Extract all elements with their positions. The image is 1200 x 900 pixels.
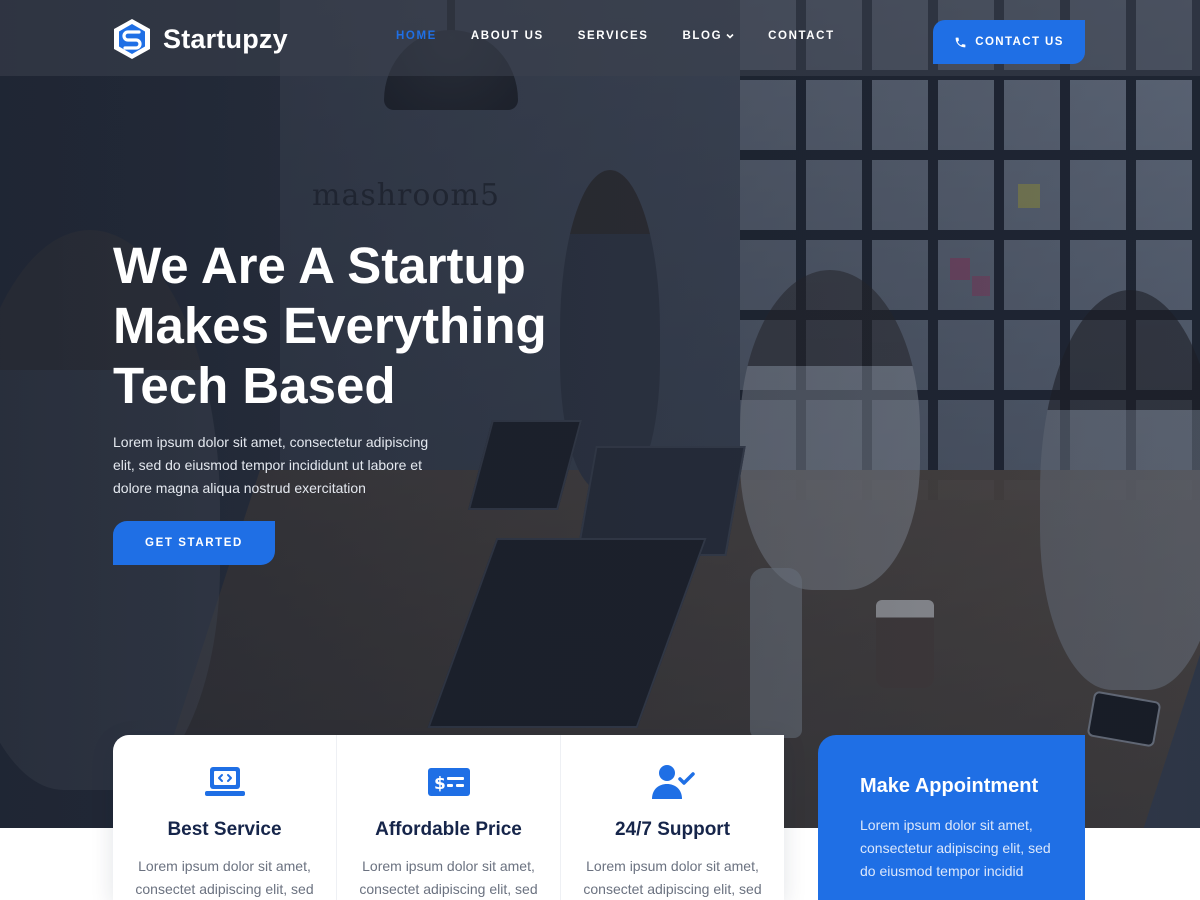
phone-icon	[955, 37, 966, 47]
get-started-button[interactable]: GET STARTED	[113, 521, 275, 565]
site-logo[interactable]: Startupzy	[113, 18, 288, 60]
appointment-title: Make Appointment	[860, 775, 1039, 797]
site-header: Startupzy HOME ABOUT US SERVICES BLOG CO…	[0, 0, 1200, 76]
user-check-icon	[651, 765, 695, 799]
feature-title: Best Service	[167, 819, 282, 840]
feature-cards: Best Service Lorem ipsum dolor sit amet,…	[113, 735, 784, 900]
nav-blog-label: BLOG	[682, 30, 723, 42]
contact-us-label: CONTACT US	[975, 36, 1064, 48]
feature-card-support: 24/7 Support Lorem ipsum dolor sit amet,…	[561, 735, 784, 900]
nav-home[interactable]: HOME	[396, 30, 437, 42]
laptop-code-icon	[204, 767, 245, 796]
feature-card-affordable-price: $ Affordable Price Lorem ipsum dolor sit…	[337, 735, 561, 900]
hero-title-line: We Are A Startup	[113, 237, 526, 294]
feature-title: Affordable Price	[375, 819, 522, 840]
nav-about[interactable]: ABOUT US	[471, 30, 544, 42]
feature-card-best-service: Best Service Lorem ipsum dolor sit amet,…	[113, 735, 337, 900]
feature-title: 24/7 Support	[614, 819, 731, 840]
logo-hexagon-icon	[114, 19, 150, 59]
appointment-text: Lorem ipsum dolor sit amet, consectetur …	[860, 817, 1051, 879]
hero-title-line: Makes Everything	[113, 297, 547, 354]
brand-name: Startupzy	[163, 23, 288, 54]
appointment-card[interactable]: Make Appointment Lorem ipsum dolor sit a…	[818, 735, 1085, 900]
main-nav: HOME ABOUT US SERVICES BLOG CONTACT	[396, 30, 835, 42]
contact-us-button[interactable]: CONTACT US	[933, 20, 1085, 64]
nav-home-label: HOME	[396, 30, 437, 42]
feature-text: Lorem ipsum dolor sit amet, consectet ad…	[583, 858, 762, 897]
hero-title-line: Tech Based	[113, 357, 396, 414]
svg-text:$: $	[434, 774, 446, 794]
feature-text: Lorem ipsum dolor sit amet, consectet ad…	[135, 858, 314, 897]
nav-contact[interactable]: CONTACT	[768, 30, 835, 42]
hero-description: Lorem ipsum dolor sit amet, consectetur …	[113, 434, 429, 496]
feature-text: Lorem ipsum dolor sit amet, consectet ad…	[359, 858, 538, 897]
nav-services[interactable]: SERVICES	[578, 30, 649, 42]
hero-title: We Are A Startup Makes Everything Tech B…	[113, 236, 633, 416]
nav-about-label: ABOUT US	[470, 30, 544, 42]
chevron-down-icon	[726, 33, 734, 39]
nav-services-label: SERVICES	[577, 30, 649, 42]
price-card-icon: $	[427, 768, 470, 796]
nav-blog[interactable]: BLOG	[683, 30, 735, 42]
nav-contact-label: CONTACT	[768, 30, 835, 42]
